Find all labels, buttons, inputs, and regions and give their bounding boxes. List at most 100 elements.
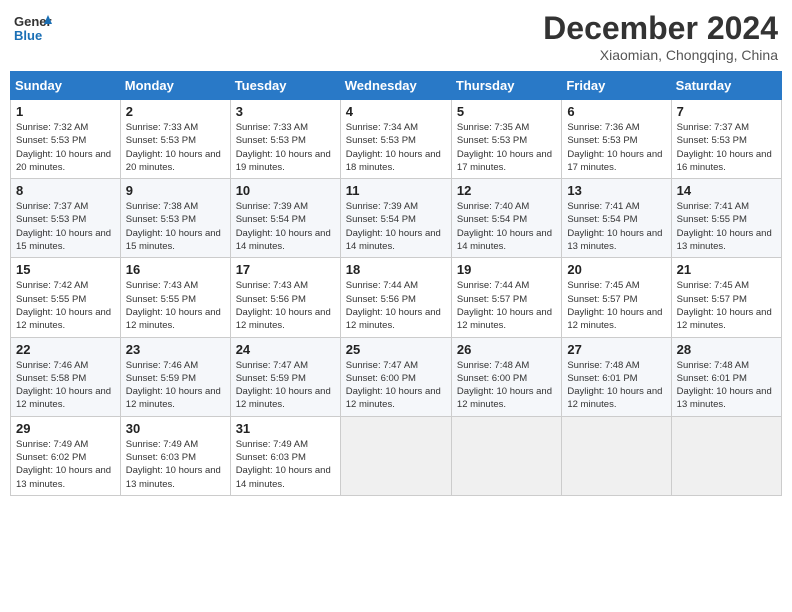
table-row: 5 Sunrise: 7:35 AM Sunset: 5:53 PM Daylig… (451, 100, 561, 179)
day-info: Sunrise: 7:49 AM Sunset: 6:03 PM Dayligh… (126, 438, 225, 491)
calendar-week-row: 15Sunrise: 7:42 AM Sunset: 5:55 PM Dayli… (11, 258, 782, 337)
day-number: 7 (677, 104, 776, 119)
table-row: 22 Sunrise: 7:46 AM Sunset: 5:58 PM Dayli… (11, 337, 121, 416)
day-info: Sunrise: 7:49 AM Sunset: 6:02 PM Dayligh… (16, 438, 115, 491)
day-number: 23 (126, 342, 225, 357)
day-info: Sunrise: 7:39 AM Sunset: 5:54 PM Dayligh… (236, 200, 335, 253)
calendar-week-row: 1 Sunrise: 7:32 AM Sunset: 5:53 PM Daylig… (11, 100, 782, 179)
day-number: 22 (16, 342, 115, 357)
table-row: 16 Sunrise: 7:43 AM Sunset: 5:55 PM Dayli… (120, 258, 230, 337)
calendar-week-row: 8 Sunrise: 7:37 AM Sunset: 5:53 PM Daylig… (11, 179, 782, 258)
table-row (451, 416, 561, 495)
day-info: Sunrise: 7:49 AM Sunset: 6:03 PM Dayligh… (236, 438, 335, 491)
day-info: Sunrise: 7:48 AM Sunset: 6:01 PM Dayligh… (567, 359, 665, 412)
day-number: 15 (16, 262, 115, 277)
table-row: 28 Sunrise: 7:48 AM Sunset: 6:01 PM Dayli… (671, 337, 781, 416)
col-tuesday: Tuesday (230, 72, 340, 100)
day-info: Sunrise: 7:47 AM Sunset: 5:59 PM Dayligh… (236, 359, 335, 412)
table-row: 15Sunrise: 7:42 AM Sunset: 5:55 PM Dayli… (11, 258, 121, 337)
table-row: 6 Sunrise: 7:36 AM Sunset: 5:53 PM Daylig… (562, 100, 671, 179)
day-number: 2 (126, 104, 225, 119)
table-row (340, 416, 451, 495)
table-row: 10 Sunrise: 7:39 AM Sunset: 5:54 PM Dayli… (230, 179, 340, 258)
table-row: 21 Sunrise: 7:45 AM Sunset: 5:57 PM Dayli… (671, 258, 781, 337)
day-info: Sunrise: 7:45 AM Sunset: 5:57 PM Dayligh… (567, 279, 665, 332)
table-row: 20 Sunrise: 7:45 AM Sunset: 5:57 PM Dayli… (562, 258, 671, 337)
day-number: 29 (16, 421, 115, 436)
location: Xiaomian, Chongqing, China (543, 47, 778, 63)
day-number: 12 (457, 183, 556, 198)
day-info: Sunrise: 7:43 AM Sunset: 5:55 PM Dayligh… (126, 279, 225, 332)
svg-text:Blue: Blue (14, 28, 42, 43)
day-number: 21 (677, 262, 776, 277)
day-info: Sunrise: 7:33 AM Sunset: 5:53 PM Dayligh… (236, 121, 335, 174)
day-number: 25 (346, 342, 446, 357)
col-monday: Monday (120, 72, 230, 100)
day-info: Sunrise: 7:37 AM Sunset: 5:53 PM Dayligh… (677, 121, 776, 174)
day-info: Sunrise: 7:38 AM Sunset: 5:53 PM Dayligh… (126, 200, 225, 253)
table-row (562, 416, 671, 495)
table-row: 29 Sunrise: 7:49 AM Sunset: 6:02 PM Dayli… (11, 416, 121, 495)
page-header: General Blue December 2024 Xiaomian, Cho… (10, 10, 782, 63)
table-row: 14Sunrise: 7:41 AM Sunset: 5:55 PM Dayli… (671, 179, 781, 258)
day-info: Sunrise: 7:43 AM Sunset: 5:56 PM Dayligh… (236, 279, 335, 332)
day-info: Sunrise: 7:46 AM Sunset: 5:58 PM Dayligh… (16, 359, 115, 412)
day-info: Sunrise: 7:47 AM Sunset: 6:00 PM Dayligh… (346, 359, 446, 412)
day-info: Sunrise: 7:37 AM Sunset: 5:53 PM Dayligh… (16, 200, 115, 253)
day-info: Sunrise: 7:35 AM Sunset: 5:53 PM Dayligh… (457, 121, 556, 174)
table-row: 27Sunrise: 7:48 AM Sunset: 6:01 PM Dayli… (562, 337, 671, 416)
day-number: 5 (457, 104, 556, 119)
day-number: 11 (346, 183, 446, 198)
day-number: 8 (16, 183, 115, 198)
day-number: 26 (457, 342, 556, 357)
day-info: Sunrise: 7:40 AM Sunset: 5:54 PM Dayligh… (457, 200, 556, 253)
logo-icon: General Blue (14, 10, 52, 48)
day-info: Sunrise: 7:41 AM Sunset: 5:55 PM Dayligh… (677, 200, 776, 253)
table-row: 7 Sunrise: 7:37 AM Sunset: 5:53 PM Daylig… (671, 100, 781, 179)
day-number: 1 (16, 104, 115, 119)
day-info: Sunrise: 7:39 AM Sunset: 5:54 PM Dayligh… (346, 200, 446, 253)
col-thursday: Thursday (451, 72, 561, 100)
day-number: 28 (677, 342, 776, 357)
table-row: 9Sunrise: 7:38 AM Sunset: 5:53 PM Daylig… (120, 179, 230, 258)
col-sunday: Sunday (11, 72, 121, 100)
calendar-header-row: Sunday Monday Tuesday Wednesday Thursday… (11, 72, 782, 100)
day-number: 17 (236, 262, 335, 277)
day-number: 18 (346, 262, 446, 277)
day-number: 24 (236, 342, 335, 357)
calendar-week-row: 29 Sunrise: 7:49 AM Sunset: 6:02 PM Dayli… (11, 416, 782, 495)
day-number: 16 (126, 262, 225, 277)
day-number: 3 (236, 104, 335, 119)
day-info: Sunrise: 7:48 AM Sunset: 6:01 PM Dayligh… (677, 359, 776, 412)
table-row: 17 Sunrise: 7:43 AM Sunset: 5:56 PM Dayli… (230, 258, 340, 337)
table-row: 13Sunrise: 7:41 AM Sunset: 5:54 PM Dayli… (562, 179, 671, 258)
table-row: 25 Sunrise: 7:47 AM Sunset: 6:00 PM Dayli… (340, 337, 451, 416)
col-wednesday: Wednesday (340, 72, 451, 100)
day-info: Sunrise: 7:33 AM Sunset: 5:53 PM Dayligh… (126, 121, 225, 174)
day-number: 30 (126, 421, 225, 436)
table-row: 4 Sunrise: 7:34 AM Sunset: 5:53 PM Daylig… (340, 100, 451, 179)
day-info: Sunrise: 7:48 AM Sunset: 6:00 PM Dayligh… (457, 359, 556, 412)
day-number: 6 (567, 104, 665, 119)
table-row (671, 416, 781, 495)
col-saturday: Saturday (671, 72, 781, 100)
table-row: 11 Sunrise: 7:39 AM Sunset: 5:54 PM Dayli… (340, 179, 451, 258)
day-info: Sunrise: 7:36 AM Sunset: 5:53 PM Dayligh… (567, 121, 665, 174)
calendar-week-row: 22 Sunrise: 7:46 AM Sunset: 5:58 PM Dayli… (11, 337, 782, 416)
day-number: 4 (346, 104, 446, 119)
table-row: 19 Sunrise: 7:44 AM Sunset: 5:57 PM Dayli… (451, 258, 561, 337)
day-info: Sunrise: 7:34 AM Sunset: 5:53 PM Dayligh… (346, 121, 446, 174)
day-info: Sunrise: 7:44 AM Sunset: 5:57 PM Dayligh… (457, 279, 556, 332)
day-info: Sunrise: 7:41 AM Sunset: 5:54 PM Dayligh… (567, 200, 665, 253)
table-row: 31 Sunrise: 7:49 AM Sunset: 6:03 PM Dayli… (230, 416, 340, 495)
table-row: 30 Sunrise: 7:49 AM Sunset: 6:03 PM Dayli… (120, 416, 230, 495)
table-row: 3 Sunrise: 7:33 AM Sunset: 5:53 PM Daylig… (230, 100, 340, 179)
day-number: 10 (236, 183, 335, 198)
day-number: 31 (236, 421, 335, 436)
month-title: December 2024 (543, 10, 778, 47)
day-info: Sunrise: 7:45 AM Sunset: 5:57 PM Dayligh… (677, 279, 776, 332)
day-info: Sunrise: 7:32 AM Sunset: 5:53 PM Dayligh… (16, 121, 115, 174)
table-row: 8 Sunrise: 7:37 AM Sunset: 5:53 PM Daylig… (11, 179, 121, 258)
day-number: 19 (457, 262, 556, 277)
day-number: 20 (567, 262, 665, 277)
